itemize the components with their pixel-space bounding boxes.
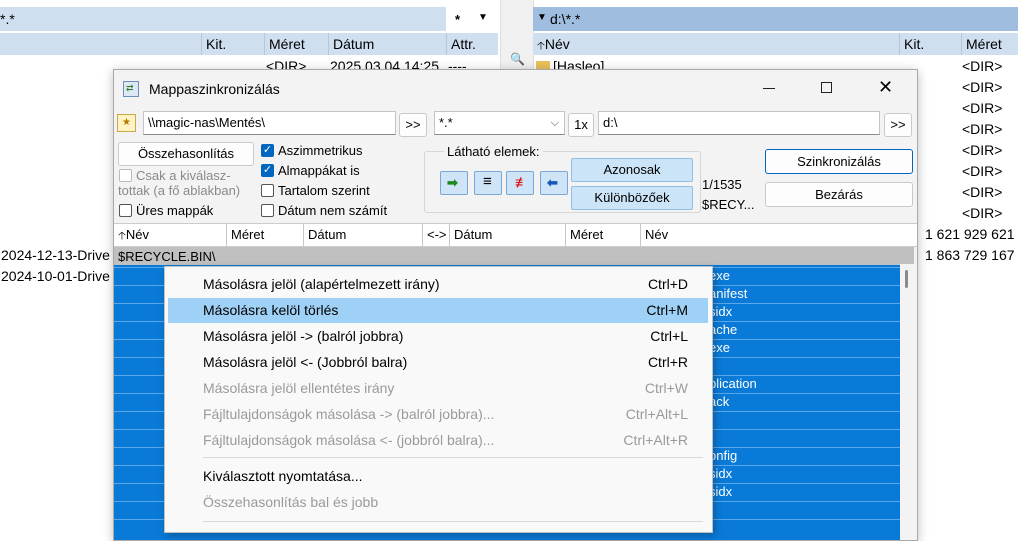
context-menu: Másolásra jelöl (alapértelmezett irány) C… (164, 266, 713, 533)
favorites-icon[interactable]: ★ (117, 114, 136, 132)
arrow-right-green-icon: ➡ (447, 175, 458, 190)
menu-item-mark-delete[interactable]: Másolásra kelöl törlés Ctrl+M (168, 298, 708, 323)
col-size[interactable]: Méret (961, 33, 1018, 55)
compare-list-header: 🡡Név Méret Dátum <-> Dátum Méret Név (114, 223, 917, 247)
equal-icon: ≡ (483, 173, 492, 190)
right-column-header: 🡡Név Kit. Méret (533, 33, 1018, 55)
asymmetric-label: Aszimmetrikus (278, 143, 363, 158)
ignore-date-label: Dátum nem számít (278, 203, 388, 218)
dir-value: <DIR> (962, 184, 1003, 200)
left-path-bar: *.* (0, 7, 446, 31)
sync-app-icon: ⇄ (123, 81, 139, 97)
col-right-date[interactable]: Dátum (449, 224, 565, 246)
copy-left-filter-button[interactable]: ⬅ (540, 171, 568, 195)
menu-item-compare-left-right[interactable]: Összehasonlítás bal és jobb (168, 490, 708, 515)
left-row-1[interactable]: 2024-12-13-Drive (1, 247, 110, 263)
chevron-down-icon: ▼ (478, 12, 488, 23)
menu-item-mark-default[interactable]: Másolásra jelöl (alapértelmezett irány) C… (168, 272, 708, 297)
not-equal-red-icon: ≢ (515, 174, 529, 190)
sync-button[interactable]: Szinkronizálás (765, 149, 913, 174)
count-label: 1/1535 (702, 177, 742, 192)
close-button[interactable]: Bezárás (765, 182, 913, 207)
chevron-down-icon: ⌵ (550, 117, 559, 129)
col-right-size[interactable]: Méret (565, 224, 640, 246)
dialog-title: Mappaszinkronizálás (149, 81, 280, 97)
col-size[interactable]: Méret (264, 33, 328, 55)
once-button[interactable]: 1x (568, 113, 594, 137)
menu-separator (203, 521, 703, 522)
col-left-name[interactable]: 🡡Név (114, 224, 226, 246)
subdirs-label: Almappákat is (278, 163, 360, 178)
sort-up-icon: 🡡 (537, 40, 545, 52)
col-date[interactable]: Dátum (328, 33, 446, 55)
col-left-size[interactable]: Méret (226, 224, 303, 246)
menu-separator (203, 457, 703, 458)
dir-value: <DIR> (962, 163, 1003, 179)
vertical-scrollbar[interactable] (900, 264, 914, 540)
star-label: * (455, 12, 461, 27)
dir-value: <DIR> (962, 100, 1003, 116)
col-ext[interactable]: Kit. (899, 33, 961, 55)
by-content-label: Tartalom szerint (278, 183, 370, 198)
empty-dirs-checkbox[interactable] (119, 204, 132, 217)
first-row[interactable]: $RECYCLE.BIN\ (114, 247, 914, 265)
left-path-input[interactable]: \\magic-nas\Mentés\ (143, 111, 396, 135)
left-column-header: Kit. Méret Dátum Attr. (0, 33, 498, 55)
menu-item-mark-left-to-right[interactable]: Másolásra jelöl -> (balról jobbra) Ctrl+L (168, 324, 708, 349)
recycle-short-label: $RECY... (702, 197, 755, 212)
scrollbar-thumb[interactable] (905, 270, 908, 288)
col-name[interactable]: 🡡Név (533, 33, 899, 55)
maximize-icon[interactable] (821, 82, 832, 93)
identical-button[interactable]: Azonosak (571, 158, 693, 182)
title-bar[interactable]: ⇄ Mappaszinkronizálás ✕ (114, 70, 917, 108)
dir-value: <DIR> (962, 205, 1003, 221)
filter-select[interactable]: *.* ⌵ (434, 111, 565, 135)
right-path-bar: ▼ d:\*.* (533, 7, 1018, 31)
copy-right-filter-button[interactable]: ➡ (440, 171, 468, 195)
unequal-filter-button[interactable]: ≢ (506, 171, 534, 195)
menu-item-copy-attrs-rtl[interactable]: Fájltulajdonságok másolása <- (jobbról b… (168, 428, 708, 453)
sort-up-icon: 🡡 (118, 230, 126, 242)
browse-left-button[interactable]: >> (399, 113, 427, 137)
dir-value: <DIR> (962, 121, 1003, 137)
size-value: 1 621 929 621 (925, 226, 1015, 242)
by-content-checkbox[interactable] (261, 184, 274, 197)
different-button[interactable]: Különbözőek (571, 186, 693, 210)
equal-filter-button[interactable]: ≡ (474, 171, 502, 195)
dir-value: <DIR> (962, 58, 1003, 74)
subdirs-checkbox[interactable]: ✓ (261, 164, 274, 177)
compare-button[interactable]: Összehasonlítás (118, 142, 254, 166)
ignore-date-checkbox[interactable] (261, 204, 274, 217)
right-path-text: d:\*.* (550, 11, 581, 27)
col-left-date[interactable]: Dátum (303, 224, 422, 246)
asymmetric-checkbox[interactable]: ✓ (261, 144, 274, 157)
menu-item-mark-reverse[interactable]: Másolásra jelöl ellentétes irány Ctrl+W (168, 376, 708, 401)
left-filter-dropdown[interactable]: * ▼ (448, 7, 500, 31)
menu-item-print-selected[interactable]: Kiválasztott nyomtatása... (168, 464, 708, 489)
col-ext[interactable]: Kit. (201, 33, 264, 55)
menu-item-copy-attrs-ltr[interactable]: Fájltulajdonságok másolása -> (balról jo… (168, 402, 708, 427)
col-attr[interactable]: Attr. (446, 33, 498, 55)
menu-item-mark-right-to-left[interactable]: Másolásra jelöl <- (Jobbról balra) Ctrl+R (168, 350, 708, 375)
left-filter-text: *.* (0, 11, 15, 27)
close-icon[interactable]: ✕ (878, 77, 893, 98)
minimize-icon[interactable] (763, 88, 775, 89)
arrow-left-blue-icon: ⬅ (547, 175, 558, 190)
right-path-input[interactable]: d:\ (598, 111, 880, 135)
empty-dirs-label: Üres mappák (136, 203, 214, 218)
search-icon[interactable]: 🔍 (510, 52, 525, 66)
dir-value: <DIR> (962, 142, 1003, 158)
size-value: 1 863 729 167 (925, 247, 1015, 263)
col-direction[interactable]: <-> (422, 224, 449, 246)
col-right-name[interactable]: Név (640, 224, 917, 246)
chevron-down-icon: ▼ (537, 12, 547, 23)
browse-right-button[interactable]: >> (884, 113, 912, 137)
selected-only-label: Csak a kiválasz- tottak (a fő ablakban) (118, 168, 241, 198)
visible-items-label: Látható elemek: (444, 144, 543, 159)
left-row-2[interactable]: 2024-10-01-Drive (1, 268, 110, 284)
dir-value: <DIR> (962, 79, 1003, 95)
